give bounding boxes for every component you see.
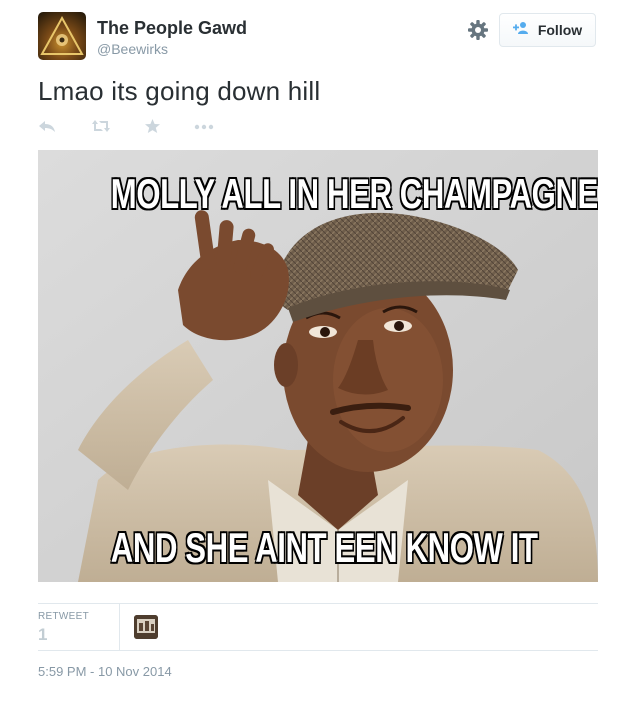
retweets-count[interactable]: 1 <box>38 625 47 645</box>
user-avatar[interactable] <box>38 12 86 60</box>
follow-button[interactable]: Follow <box>499 13 596 47</box>
tweet-timestamp[interactable]: 5:59 PM - 10 Nov 2014 <box>38 664 172 679</box>
retweeter-avatar[interactable] <box>134 615 158 639</box>
retweet-icon[interactable] <box>91 118 111 139</box>
follow-button-label: Follow <box>537 22 583 38</box>
divider <box>38 603 598 604</box>
reply-icon[interactable] <box>38 118 56 139</box>
gear-icon[interactable] <box>467 19 489 41</box>
stats-divider <box>119 604 120 650</box>
retweets-label: RETWEET <box>38 611 89 622</box>
tweet-media-image[interactable]: MOLLY ALL IN HER CHAMPAGNE AND SHE AINT … <box>38 150 598 582</box>
divider <box>38 650 598 651</box>
meme-top-caption: MOLLY ALL IN HER CHAMPAGNE <box>110 169 598 219</box>
favorite-icon[interactable] <box>144 118 161 139</box>
user-handle[interactable]: @Beewirks <box>97 41 168 57</box>
more-icon[interactable] <box>194 118 214 139</box>
meme-bottom-caption: AND SHE AINT EEN KNOW IT <box>110 523 539 573</box>
tweet-text: Lmao its going down hill <box>38 76 321 106</box>
add-user-icon <box>512 21 531 40</box>
user-display-name[interactable]: The People Gawd <box>97 18 247 39</box>
